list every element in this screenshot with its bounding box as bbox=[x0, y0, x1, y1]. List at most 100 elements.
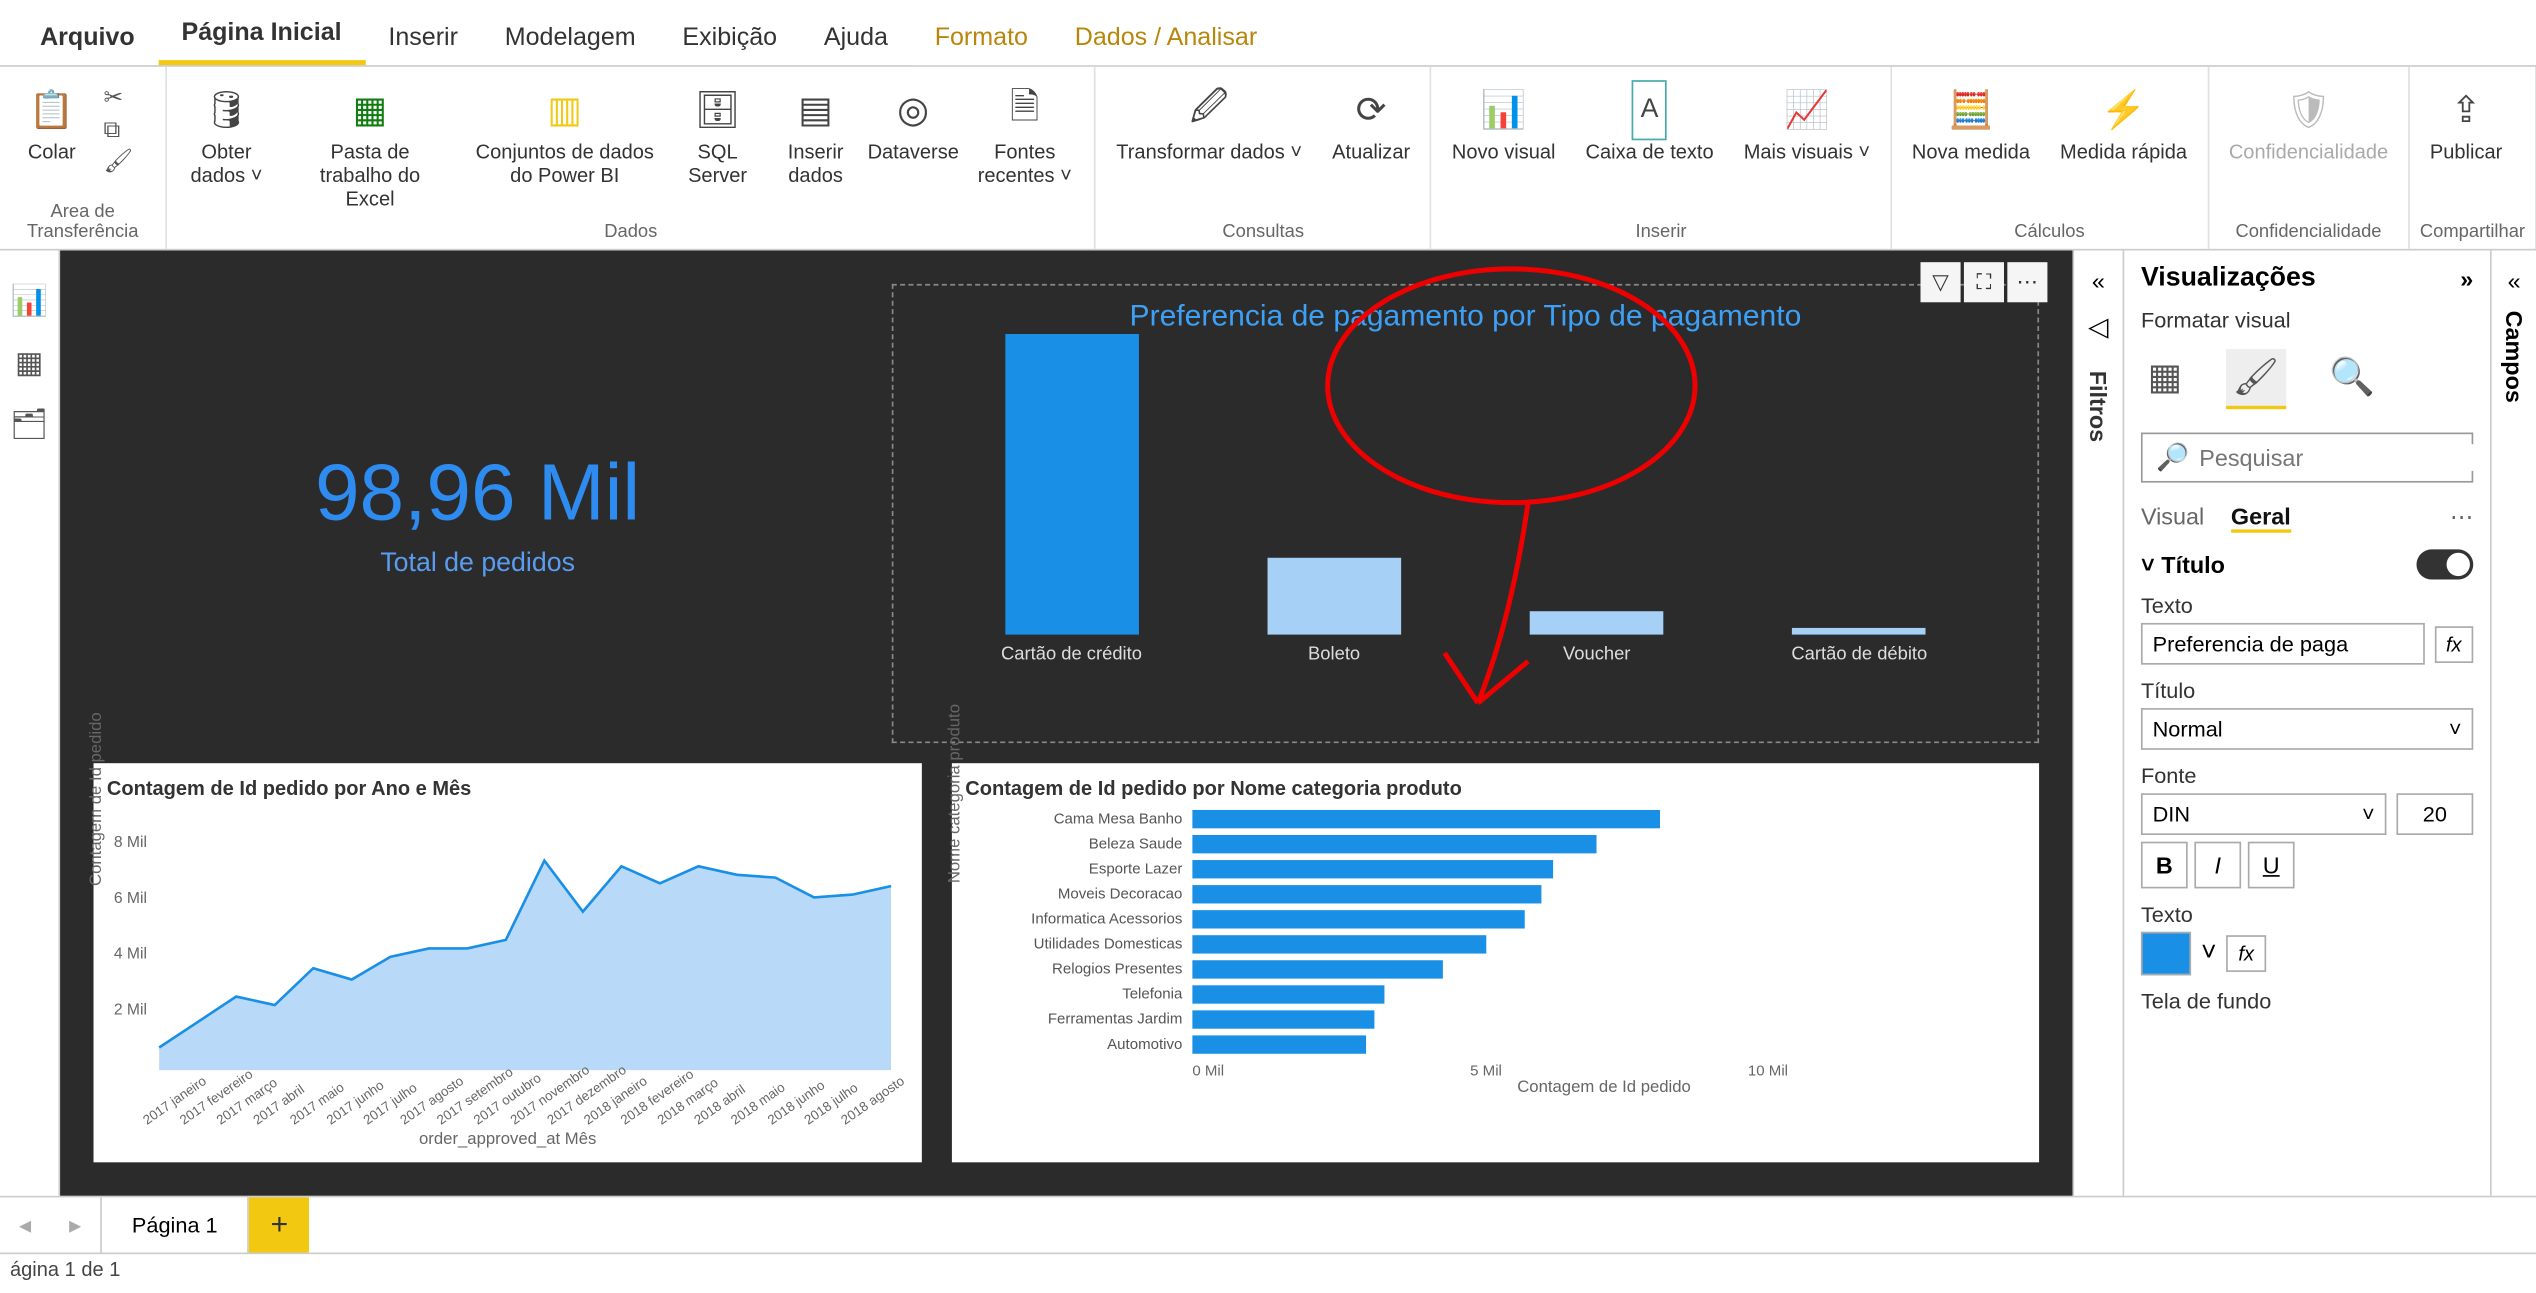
kpi-label: Total de pedidos bbox=[380, 549, 575, 579]
paste-button[interactable]: 📋Colar bbox=[10, 73, 94, 170]
vis-tab-geral[interactable]: Geral bbox=[2231, 503, 2291, 533]
format-painter-icon[interactable]: 🖌 bbox=[104, 147, 134, 175]
section-titulo-toggle[interactable] bbox=[2416, 549, 2473, 579]
area-chart-title: Contagem de Id pedido por Ano e Mês bbox=[107, 777, 909, 800]
tab-model[interactable]: Modelagem bbox=[481, 10, 659, 65]
hbar-row[interactable]: Relogios Presentes bbox=[975, 957, 2025, 980]
hbar-row[interactable]: Cama Mesa Banho bbox=[975, 807, 2025, 830]
hbar-chart-title: Contagem de Id pedido por Nome categoria… bbox=[965, 777, 2025, 800]
hbar-row[interactable]: Beleza Saude bbox=[975, 832, 2025, 855]
italic-button[interactable]: I bbox=[2194, 842, 2241, 889]
collapse-vis-icon[interactable]: » bbox=[2460, 266, 2473, 293]
group-share-label: Compartilhar bbox=[2420, 219, 2525, 246]
group-data-label: Dados bbox=[177, 219, 1085, 246]
field-texto-label: Texto bbox=[2141, 593, 2473, 618]
analytics-icon[interactable]: 🔍 bbox=[2323, 349, 2382, 409]
build-visual-icon[interactable]: ▦ bbox=[2141, 349, 2189, 409]
get-data-button[interactable]: 🛢Obter dados ˅ bbox=[177, 73, 276, 193]
vis-tab-visual[interactable]: Visual bbox=[2141, 503, 2204, 533]
hbar-row[interactable]: Ferramentas Jardim bbox=[975, 1007, 2025, 1030]
kpi-card[interactable]: 98,96 Mil Total de pedidos bbox=[94, 284, 862, 743]
sensitivity-button: 🛡Confidencialidade bbox=[2219, 73, 2398, 170]
transform-button[interactable]: 🖉Transformar dados ˅ bbox=[1106, 73, 1312, 170]
field-texto-input[interactable] bbox=[2141, 623, 2424, 665]
page-tab-1[interactable]: Página 1 bbox=[100, 1197, 249, 1252]
tab-file[interactable]: Arquivo bbox=[17, 10, 158, 65]
vis-tabs-more-icon[interactable]: ⋯ bbox=[2450, 503, 2473, 533]
data-view-icon[interactable]: ▦ bbox=[15, 346, 43, 381]
recent-sources-button[interactable]: 🗎Fontes recentes ˅ bbox=[965, 73, 1085, 193]
more-visuals-button[interactable]: 📈Mais visuais ˅ bbox=[1734, 73, 1880, 170]
new-visual-button[interactable]: 📊Novo visual bbox=[1442, 73, 1566, 170]
dataverse-button[interactable]: ◎Dataverse bbox=[871, 73, 955, 170]
bar-column[interactable]: Cartão de débito bbox=[1767, 628, 1951, 665]
vis-pane-title: Visualizações bbox=[2141, 264, 2316, 294]
hbar-chart-visual[interactable]: Contagem de Id pedido por Nome categoria… bbox=[952, 763, 2039, 1162]
bold-button[interactable]: B bbox=[2141, 842, 2188, 889]
hbar-x-axis-label: Contagem de Id pedido bbox=[965, 1079, 2025, 1097]
hbar-row[interactable]: Informatica Acessorios bbox=[975, 907, 2025, 930]
tab-data[interactable]: Dados / Analisar bbox=[1051, 10, 1280, 65]
quick-measure-button[interactable]: ⚡Medida rápida bbox=[2050, 73, 2197, 170]
underline-button[interactable]: U bbox=[2248, 842, 2295, 889]
field-fontsize-input[interactable] bbox=[2396, 793, 2473, 835]
group-clipboard-label: Area de Transferência bbox=[10, 199, 155, 246]
text-color-picker[interactable] bbox=[2141, 932, 2191, 975]
area-chart-visual[interactable]: Contagem de Id pedido por Ano e Mês Cont… bbox=[94, 763, 922, 1162]
visualizations-pane: Visualizações» Formatar visual ▦ 🖌 🔍 🔎 V… bbox=[2123, 251, 2490, 1196]
report-view-icon[interactable]: 📊 bbox=[10, 284, 47, 319]
visual-more-icon[interactable]: ⋯ bbox=[2007, 262, 2047, 302]
bar-column[interactable]: Cartão de crédito bbox=[980, 334, 1164, 665]
filters-label[interactable]: Filtros bbox=[2085, 371, 2112, 442]
chevron-down-icon: ˅ bbox=[2141, 551, 2155, 578]
pbi-datasets-button[interactable]: ▥Conjuntos de dados do Power BI bbox=[464, 73, 665, 193]
new-measure-button[interactable]: 🧮Nova medida bbox=[1902, 73, 2040, 170]
fx-button-color[interactable]: fx bbox=[2227, 935, 2266, 972]
add-page-button[interactable]: + bbox=[249, 1197, 309, 1252]
fx-button-texto[interactable]: fx bbox=[2434, 625, 2473, 662]
status-bar: ágina 1 de 1 bbox=[0, 1253, 2536, 1290]
format-visual-icon[interactable]: 🖌 bbox=[2226, 349, 2286, 409]
page-next-icon[interactable]: ► bbox=[50, 1213, 100, 1236]
hbar-row[interactable]: Moveis Decoracao bbox=[975, 882, 2025, 905]
hbar-row[interactable]: Telefonia bbox=[975, 982, 2025, 1005]
tab-home[interactable]: Página Inicial bbox=[158, 5, 365, 65]
report-canvas[interactable]: 98,96 Mil Total de pedidos ▽ ⛶ ⋯ Prefere… bbox=[60, 251, 2072, 1196]
field-fonte-select[interactable]: DIN˅ bbox=[2141, 793, 2386, 835]
tab-help[interactable]: Ajuda bbox=[800, 10, 911, 65]
group-calc-label: Cálculos bbox=[1902, 219, 2197, 246]
cut-icon[interactable]: ✂ bbox=[104, 84, 134, 112]
hbar-row[interactable]: Esporte Lazer bbox=[975, 857, 2025, 880]
copy-icon[interactable]: ⧉ bbox=[104, 115, 134, 143]
bar-chart-title: Preferencia de pagamento por Tipo de pag… bbox=[907, 299, 2024, 334]
tab-view[interactable]: Exibição bbox=[659, 10, 800, 65]
vis-search: 🔎 bbox=[2141, 433, 2473, 483]
field-titulo-select[interactable]: Normal˅ bbox=[2141, 708, 2473, 750]
expand-filters-icon[interactable]: « bbox=[2092, 267, 2105, 294]
tab-insert[interactable]: Inserir bbox=[365, 10, 481, 65]
bar-column[interactable]: Voucher bbox=[1505, 611, 1689, 664]
textbox-button[interactable]: ACaixa de texto bbox=[1576, 73, 1724, 170]
fields-pane-collapsed: « Campos bbox=[2490, 251, 2536, 1196]
hbar-row[interactable]: Automotivo bbox=[975, 1032, 2025, 1055]
section-titulo-header[interactable]: ˅ Título bbox=[2141, 549, 2473, 579]
publish-button[interactable]: ⇪Publicar bbox=[2420, 73, 2512, 170]
page-prev-icon[interactable]: ◄ bbox=[0, 1213, 50, 1236]
model-view-icon[interactable]: 🗂 bbox=[10, 407, 48, 442]
excel-button[interactable]: ▦Pasta de trabalho do Excel bbox=[286, 73, 454, 217]
visual-focus-icon[interactable]: ⛶ bbox=[1964, 262, 2004, 302]
filters-icon[interactable]: ◁ bbox=[2088, 311, 2109, 344]
tab-format[interactable]: Formato bbox=[911, 10, 1051, 65]
fields-label[interactable]: Campos bbox=[2501, 311, 2528, 403]
bar-chart-visual[interactable]: ▽ ⛶ ⋯ Preferencia de pagamento por Tipo … bbox=[892, 284, 2039, 743]
hbar-row[interactable]: Utilidades Domesticas bbox=[975, 932, 2025, 955]
field-bg-label: Tela de fundo bbox=[2141, 989, 2473, 1014]
bar-column[interactable]: Boleto bbox=[1242, 558, 1426, 665]
sql-button[interactable]: 🗄SQL Server bbox=[675, 73, 759, 193]
expand-fields-icon[interactable]: « bbox=[2508, 267, 2521, 294]
visual-filter-icon[interactable]: ▽ bbox=[1921, 262, 1961, 302]
enter-data-button[interactable]: ▤Inserir dados bbox=[770, 73, 862, 193]
refresh-button[interactable]: ⟳Atualizar bbox=[1322, 73, 1420, 170]
vis-search-input[interactable] bbox=[2199, 444, 2490, 471]
svg-text:2 Mil: 2 Mil bbox=[114, 1001, 147, 1018]
